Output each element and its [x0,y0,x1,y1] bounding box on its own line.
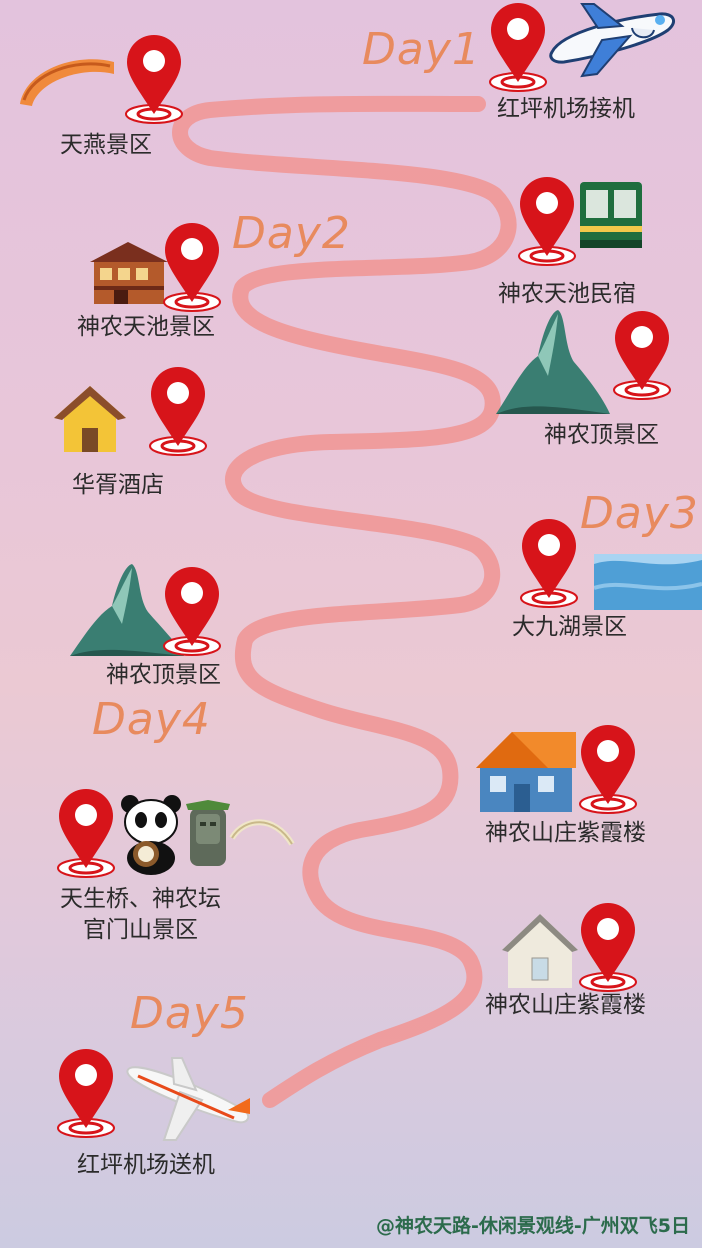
footer-caption: @神农天路-休闲景观线-广州双飞5日 [376,1215,690,1237]
map-pin-icon [57,1049,115,1138]
stop-label-line: 官门山景区 [83,917,198,944]
map-pin-icon [489,3,547,92]
map-pin-icon [125,35,183,124]
stone-statue-bridge-icon [186,800,295,866]
map-pin-icon [613,311,671,400]
stop-label: 华胥酒店 [72,472,164,498]
stop-label: 大九湖景区 [512,614,627,640]
map-pin-icon [579,903,637,992]
map-pin-icon [149,367,207,456]
day3-label: Day3 [580,488,699,539]
stop-label: 天燕景区 [60,132,152,158]
stop-label: 红坪机场接机 [497,96,635,122]
map-pin-icon [163,567,221,656]
map-pin-icon [520,519,578,608]
stop-label: 神农山庄紫霞楼 [485,820,646,846]
stop-label: 红坪机场送机 [77,1152,215,1178]
map-pin-icon [579,725,637,814]
day4-label: Day4 [92,694,211,745]
wooden-house-icon [90,242,168,304]
blue-house-icon [476,732,576,812]
lake-icon [594,554,702,610]
panda-icon [121,795,181,875]
house-icon [54,386,126,452]
stop-label: 神农山庄紫霞楼 [485,992,646,1018]
airplane-icon [126,1057,250,1141]
map-pin-icon [518,177,576,266]
stone-arch-icon [20,59,114,106]
stop-label-line: 天生桥、神农坛 [60,886,221,912]
itinerary-map: Day1 Day2 Day3 Day4 Day5 红坪机场接机 天燕景区 神农天… [0,0,702,1248]
stop-label: 神农天池景区 [77,314,215,340]
day5-label: Day5 [130,988,249,1039]
airplane-icon [549,3,676,78]
stop-label: 神农顶景区 [544,422,659,448]
house-icon [502,914,578,988]
day2-label: Day2 [232,208,351,259]
mountain-icon [496,310,610,414]
map-pin-icon [163,223,221,312]
day1-label: Day1 [362,24,481,75]
stop-label-multiline: 天生桥、神农坛 官门山景区 [60,884,221,946]
map-pin-icon [57,789,115,878]
stop-label: 神农顶景区 [106,662,221,688]
train-icon [580,182,642,248]
